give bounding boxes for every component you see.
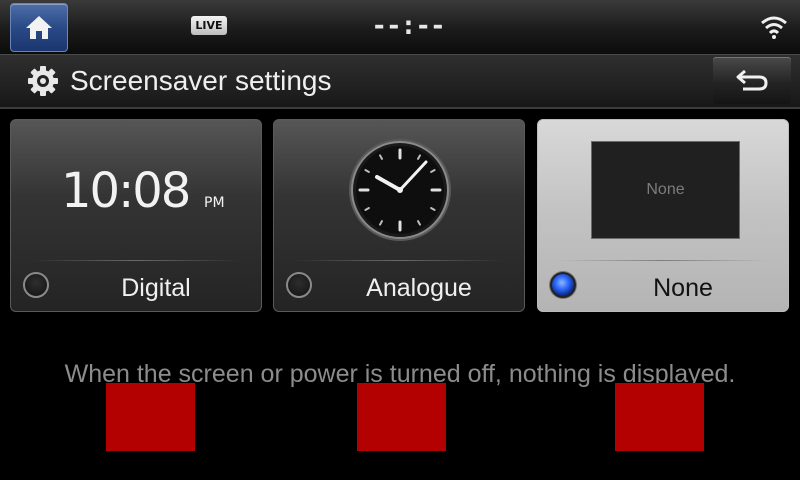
red-block: [615, 383, 704, 451]
live-badge: LIVE: [191, 16, 227, 35]
digital-preview-ampm: PM: [204, 195, 225, 211]
red-block: [357, 383, 446, 451]
card-divider: [558, 260, 768, 261]
radio-analogue[interactable]: [286, 272, 312, 298]
home-icon: [26, 16, 52, 39]
status-clock: --:--: [371, 11, 445, 41]
gear-icon: [28, 66, 58, 96]
status-bar: LIVE --:--: [0, 0, 800, 55]
none-preview: None: [538, 120, 788, 260]
option-analogue[interactable]: Analogue: [273, 119, 525, 312]
option-label-digital: Digital: [121, 274, 191, 302]
title-bar: Screensaver settings: [0, 55, 800, 109]
none-preview-text: None: [646, 181, 685, 198]
radio-digital[interactable]: [23, 272, 49, 298]
option-digital[interactable]: 10:08 PM Digital: [10, 119, 262, 312]
back-button[interactable]: [713, 57, 791, 104]
home-button[interactable]: [10, 3, 68, 52]
option-label-none: None: [653, 274, 713, 302]
radio-none[interactable]: [550, 272, 576, 298]
card-divider: [294, 260, 504, 261]
page-title: Screensaver settings: [70, 65, 332, 96]
back-arrow-icon: [736, 69, 768, 91]
analogue-clock-preview: [274, 120, 524, 260]
red-block: [106, 383, 195, 451]
card-divider: [31, 260, 241, 261]
digital-clock-preview: 10:08 PM: [11, 120, 261, 260]
wifi-icon: [761, 16, 787, 39]
option-label-analogue: Analogue: [366, 274, 472, 302]
digital-preview-time: 10:08: [61, 163, 191, 219]
analog-clock-icon: [349, 139, 451, 241]
none-preview-box: None: [591, 141, 740, 239]
option-none[interactable]: None None: [537, 119, 789, 312]
